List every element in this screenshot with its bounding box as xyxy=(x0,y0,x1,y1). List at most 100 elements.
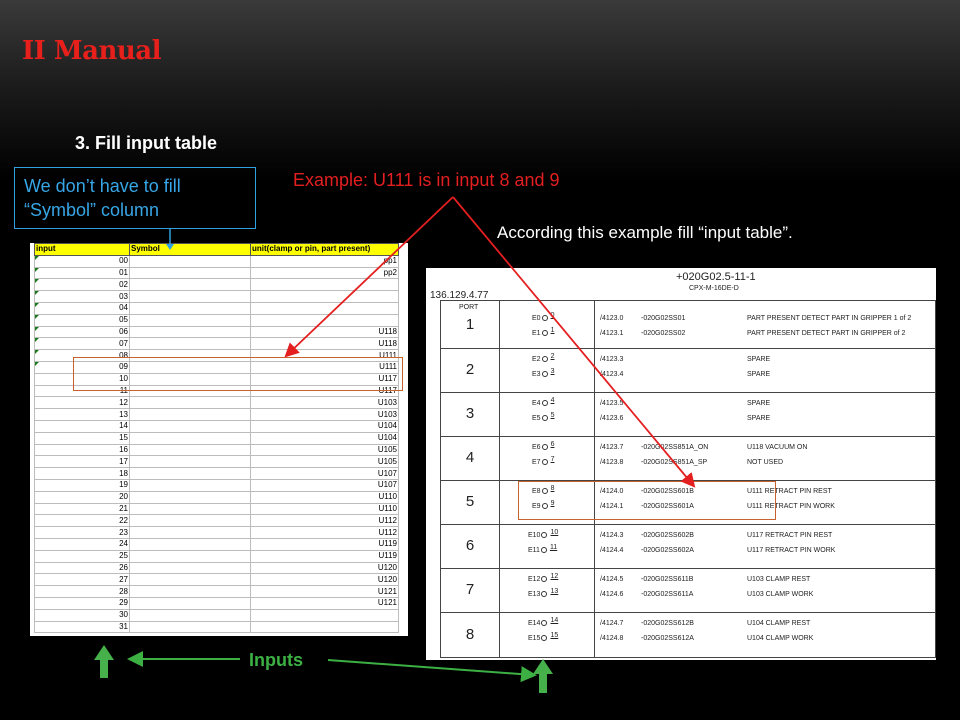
inputs-label: Inputs xyxy=(249,650,303,670)
cell-input: 21 xyxy=(34,502,130,516)
signal-description: U103 CLAMP WORK xyxy=(747,591,814,598)
input-terminal: E5 5 xyxy=(532,412,555,422)
cell-input: 18 xyxy=(34,467,130,480)
cell-symbol xyxy=(129,596,251,610)
cell-input: 24 xyxy=(34,537,130,551)
terminal-circle-icon xyxy=(541,635,548,642)
terminal-circle-icon xyxy=(541,459,548,466)
address: /4124.5 xyxy=(600,576,624,583)
table-row: 23 U112 xyxy=(34,526,399,539)
cell-unit: U120 xyxy=(250,561,399,575)
address: /4123.1 xyxy=(600,330,624,337)
example-text: Example: U111 is in input 8 and 9 xyxy=(293,170,560,190)
input-terminal: E6 6 xyxy=(532,441,554,451)
cell-unit: U104 xyxy=(250,419,399,433)
table-row: 27 U120 xyxy=(34,573,399,587)
table-row: 25 U119 xyxy=(34,549,399,563)
pin-number: 12 xyxy=(550,573,559,580)
table-row: 31 xyxy=(34,620,399,634)
cell-unit: U107 xyxy=(250,467,399,480)
diagram-port-grid: PORT 1 E0 0/4123.0 -020G02SS01 PART PRESENT … xyxy=(440,300,936,658)
cell-symbol xyxy=(129,490,251,504)
pin-number: 0 xyxy=(550,312,555,319)
table-row: 03 xyxy=(34,290,399,303)
table-row: 07 U118 xyxy=(34,337,399,351)
address: /4124.6 xyxy=(600,591,624,598)
table-row: 21 U110 xyxy=(34,502,399,516)
cell-input: 13 xyxy=(34,408,130,421)
cell-unit: U121 xyxy=(250,596,399,610)
cell-input: 29 xyxy=(34,596,130,610)
table-row: 06 U118 xyxy=(34,325,399,339)
cell-symbol xyxy=(129,266,251,280)
table-row: 17 U105 xyxy=(34,455,399,469)
address: /4123.3 xyxy=(600,356,624,363)
terminal-circle-icon xyxy=(541,620,548,627)
pin-number: 3 xyxy=(550,368,555,375)
address: /4123.7 xyxy=(600,444,624,451)
cell-input: 16 xyxy=(34,443,130,457)
cell-symbol xyxy=(129,337,251,351)
port-row-divider xyxy=(441,524,935,525)
pin-number: 15 xyxy=(550,632,559,639)
cell-unit: U120 xyxy=(250,573,399,587)
cell-unit: U103 xyxy=(250,408,399,421)
input-terminal: E10 10 xyxy=(528,529,558,539)
cell-symbol xyxy=(129,526,251,539)
input-terminal: E0 0 xyxy=(532,312,555,322)
grid-divider xyxy=(594,301,595,657)
port-row-divider xyxy=(441,348,935,349)
device-tag: -020G02SS612B xyxy=(641,620,694,627)
input-terminal: E3 3 xyxy=(532,368,555,378)
cell-input: 06 xyxy=(34,325,130,339)
pin-number: 14 xyxy=(550,617,559,624)
table-row: 01 pp2 xyxy=(34,266,399,280)
input-terminal: E7 7 xyxy=(532,456,555,466)
cell-unit xyxy=(250,290,399,303)
cell-input: 14 xyxy=(34,419,130,433)
slide: II Manual 3. Fill input table We don’t h… xyxy=(0,0,960,720)
cell-symbol xyxy=(129,313,251,327)
cell-symbol xyxy=(129,431,251,445)
cell-input: 15 xyxy=(34,431,130,445)
device-tag: -020G02SS602A xyxy=(641,547,694,554)
input-terminal: E1 1 xyxy=(532,327,554,337)
cell-input: 07 xyxy=(34,337,130,351)
wiring-diagram: +020G02.5-11-1 CPX-M-16DE-D 136.129.4.77… xyxy=(426,268,936,660)
inputs-arrow-right xyxy=(327,659,537,683)
terminal-label: E13 xyxy=(528,591,541,598)
address: /4123.5 xyxy=(600,400,624,407)
pin-number: 5 xyxy=(550,412,555,419)
cell-unit: U103 xyxy=(250,396,399,410)
port-number: 4 xyxy=(465,449,475,466)
cell-symbol xyxy=(129,455,251,469)
table-row: 29 U121 xyxy=(34,596,399,610)
table-row: 02 xyxy=(34,278,399,292)
table-row: 04 xyxy=(34,301,399,315)
port-row-divider xyxy=(441,392,935,393)
cell-symbol xyxy=(129,549,251,563)
address: /4124.4 xyxy=(600,547,624,554)
pin-number: 7 xyxy=(550,456,555,463)
address: /4124.8 xyxy=(600,635,624,642)
port-row-divider xyxy=(441,436,935,437)
header-input: input xyxy=(34,243,130,256)
grid-divider xyxy=(499,301,500,657)
note-line-1: We don’t have to fill xyxy=(24,176,181,196)
signal-description: U104 CLAMP REST xyxy=(747,620,811,627)
terminal-circle-icon xyxy=(540,547,547,554)
address: /4123.4 xyxy=(600,371,624,378)
input-table-spreadsheet: input Symbol unit(clamp or pin, part pre… xyxy=(30,243,408,636)
signal-description: U104 CLAMP WORK xyxy=(747,635,814,642)
table-row: 28 U121 xyxy=(34,585,399,598)
cell-symbol xyxy=(129,325,251,339)
signal-description: SPARE xyxy=(747,415,771,422)
input-terminal: E2 2 xyxy=(532,353,554,363)
cell-unit: U118 xyxy=(250,337,399,351)
terminal-label: E7 xyxy=(532,459,541,466)
cell-symbol xyxy=(129,585,251,598)
signal-description: SPARE xyxy=(747,356,771,363)
table-row: 18 U107 xyxy=(34,467,399,480)
cell-unit xyxy=(250,620,399,634)
device-tag: -020G02SS612A xyxy=(641,635,694,642)
